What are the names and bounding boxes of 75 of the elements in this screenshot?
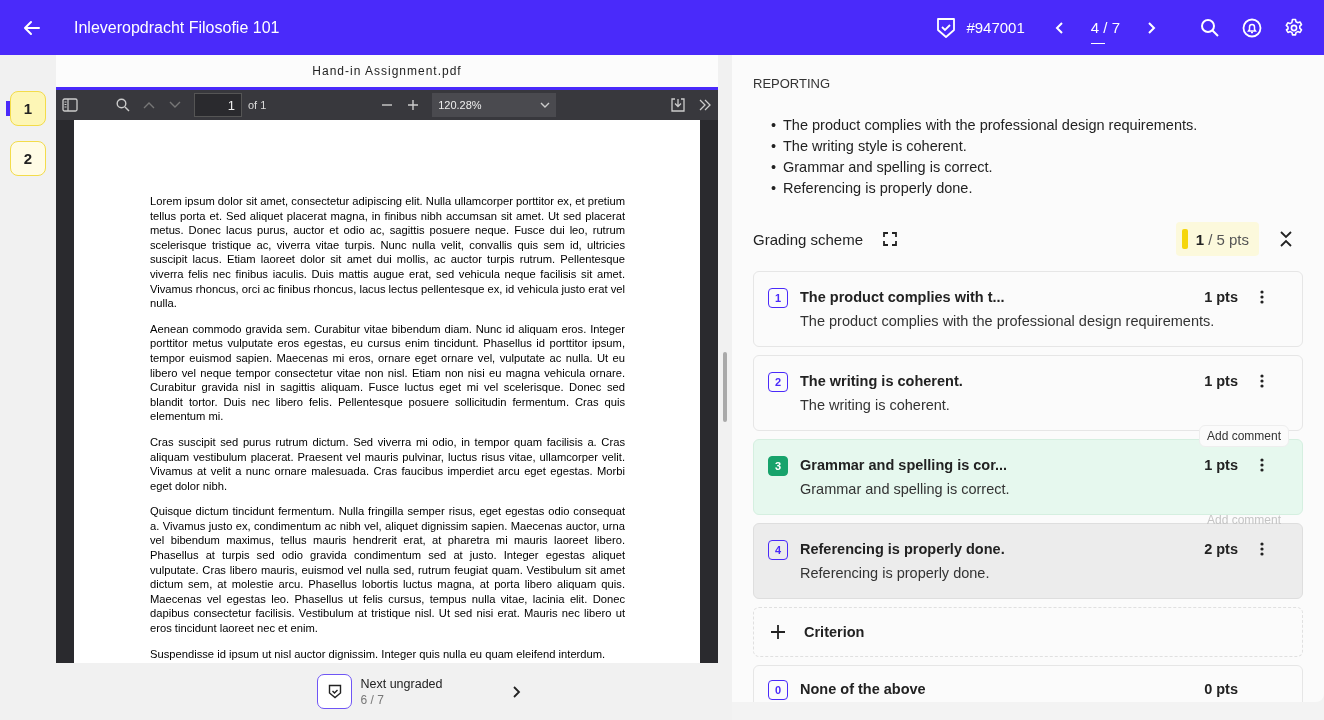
- criterion-description: Referencing is properly done.: [800, 565, 991, 582]
- document-paragraph: Lorem ipsum dolor sit amet, consectetur adipiscing elit. Nulla ullamcorper porttitor ex, et pretium tellus porta et. Sed aliquet placerat magna, in finibus nibh accumsan sit amet. Ut sed placerat metus. Donec lacus purus, auctor et odio ac, sagittis posuere neque. Fusce dui leo, rutrum scelerisque tristique ac, viverra vitae turpis. Nunc nulla velit, convallis quis sem id, ultricies suscipit lacus. Etiam laoreet dolor sit amet dui mollis, ac auctor turpis rutrum. Pellentesque viverra felis nec finibus iaculis. Duis mattis augue erat, sed vehicula neque facilisis sit amet. Vivamus rhoncus, orci ac finibus rhoncus, lacus lectus pellentesque ex, id vehicula justo erat vel nulla.: [150, 194, 625, 311]
- sidebar-toggle-icon[interactable]: [62, 98, 78, 112]
- criterion-number: 0: [768, 680, 788, 700]
- chevron-up-icon[interactable]: [142, 100, 156, 110]
- page-count: of 1: [248, 99, 267, 111]
- criterion-card[interactable]: 0 None of the above 0 pts: [753, 665, 1303, 702]
- bullet-mark: •: [771, 179, 778, 198]
- submission-id: #947001: [966, 19, 1025, 36]
- more-icon[interactable]: [1260, 542, 1264, 556]
- more-icon[interactable]: [1260, 290, 1264, 304]
- shield-check-icon: [328, 684, 342, 699]
- scrollbar-handle[interactable]: [723, 352, 727, 422]
- chevron-right-icon[interactable]: [510, 684, 521, 699]
- criterion-points: 1 pts: [1204, 456, 1238, 474]
- criterion-card[interactable]: 1 The product complies with t... 1 pts The product complies with the professional design requirements.: [753, 271, 1303, 347]
- grading-scheme-title: Grading scheme: [753, 230, 864, 248]
- document-paragraph: Quisque dictum tincidunt fermentum. Nulla fringilla semper risus, eget egestas odio consequat a. Vivamus justo ex, condimentum ac nibh vel, aliquet dignissim sapien. Maecenas auctor, urna vel bibendum maximus, tellus mauris hendrerit erat, at pharetra mi mauris laoreet libero. Phasellus at turpis sed odio gravida condimentum sed at justo. Integer egestas aliquet vulputate. Cras libero mauris, euismod vel nulla sed, rutrum feugiat quam. Vestibulum sit amet dictum sem, at molestie arcu. Phasellus lobortis luctus magna, at porta libero aliquam quis. Maecenas vel egestas leo. Phasellus ut felis cursus, tempus nulla vitae, lacinia elit. Donec dapibus consectetur facilisis. Vestibulum at tristique nisl. Ut sed nisi erat. Mauris nec libero ut eros tincidunt laoreet nec et enim.: [150, 504, 625, 636]
- bullet-mark: •: [771, 158, 778, 177]
- criterion-description: The writing is coherent.: [800, 397, 951, 414]
- chevron-down-icon[interactable]: [168, 100, 182, 110]
- bullet-mark: •: [771, 116, 778, 135]
- add-criterion-button[interactable]: Criterion: [753, 607, 1303, 657]
- criterion-description: Grammar and spelling is correct.: [800, 481, 1011, 498]
- settings-icon[interactable]: [1284, 17, 1304, 38]
- submission-position: 4 / 7: [1090, 19, 1120, 44]
- shield-check-icon: [936, 16, 957, 39]
- criterion-title: The writing is coherent.: [800, 372, 964, 390]
- criterion-title: Referencing is properly done.: [800, 540, 1006, 558]
- requirement-item: Referencing is properly done.: [783, 179, 973, 198]
- criterion-number: 2: [768, 372, 788, 392]
- page-title: Inleveropdracht Filosofie 101: [74, 18, 280, 37]
- criterion-points: 1 pts: [1204, 372, 1238, 390]
- plus-icon: [770, 624, 786, 640]
- criterion-points: 1 pts: [1204, 288, 1238, 306]
- score-badge: 1 / 5 pts: [1175, 222, 1259, 256]
- document-paragraph: Aenean commodo gravida sem. Curabitur vitae bibendum diam. Nunc id aliquam eros. Integer porttitor metus vulputate eros egestas, eu cursus enim tincidunt. Phasellus id porttitor ipsum, tempor euismod sapien. Maecenas mi eros, ornare eget ornare vel, vulputate ac nulla. Ut eu libero vel neque tempor consectetur vitae non nisl. Etiam non nisi eu magna vehicula ornare. Curabitur gravida nisl in sagittis aliquam. Fusce luctus eget mi vel scelerisque. Donec sed blandit tortor. Duis nec libero felis. Pellentesque posuere sollicitudin fermentum. Cras quis elementum mi.: [150, 321, 625, 424]
- criterion-description: The product complies with the professional design requirements.: [800, 313, 1216, 330]
- criterion-card[interactable]: 2 The writing is coherent. 1 pts The writing is coherent.: [753, 355, 1303, 431]
- requirement-item: The writing style is coherent.: [783, 137, 967, 156]
- criterion-number: 4: [768, 540, 788, 560]
- more-icon[interactable]: [1260, 374, 1264, 388]
- double-chevron-icon[interactable]: [698, 99, 712, 111]
- criterion-points: 0 pts: [1204, 680, 1238, 698]
- zoom-select[interactable]: 120.28%: [432, 93, 557, 117]
- search-icon[interactable]: [1200, 17, 1220, 38]
- document-paragraph: Cras suscipit sed purus rutrum dictum. Sed viverra mi odio, in tempor quam facilisis a. Cras aliquam vestibulum placerat. Praesent vel mauris pulvinar, luctus risus vitae, ullamcorper velit. Vivamus at velit a nunc ornare malesuada. Cras faucibus imperdiet arcu eget egestas. Morbi eget dolor nibh.: [150, 434, 625, 494]
- criterion-card[interactable]: 3 Grammar and spelling is cor... 1 pts Grammar and spelling is correct.: [753, 439, 1303, 515]
- criterion-points: 2 pts: [1204, 540, 1238, 558]
- caret-icon: [540, 101, 551, 109]
- download-icon[interactable]: [670, 98, 686, 112]
- file-name: Hand-in Assignment.pdf: [312, 64, 462, 78]
- page-tab[interactable]: 2: [10, 141, 46, 176]
- search-icon[interactable]: [116, 98, 130, 112]
- section-heading: REPORTING: [753, 76, 832, 91]
- bell-icon[interactable]: [1242, 17, 1262, 38]
- bullet-mark: •: [771, 137, 778, 156]
- requirement-item: Grammar and spelling is correct.: [783, 158, 993, 177]
- criterion-title: None of the above: [800, 680, 927, 698]
- add-comment-tooltip: Add comment: [1198, 425, 1289, 447]
- criterion-number: 3: [768, 456, 788, 476]
- more-icon[interactable]: [1260, 458, 1264, 472]
- criterion-title: Grammar and spelling is cor...: [800, 456, 1009, 474]
- criterion-title: The product complies with t...: [800, 288, 1006, 306]
- collapse-icon[interactable]: [1279, 230, 1293, 248]
- criterion-card[interactable]: 4 Referencing is properly done. 2 pts Referencing is properly done.: [753, 523, 1303, 599]
- next-ungraded-label: Next ungraded: [360, 676, 443, 691]
- requirement-item: The product complies with the professional design requirements.: [783, 116, 1198, 135]
- document-paragraph: Suspendisse id ipsum ut nisl auctor dignissim. Integer quis nulla eu quam eleifend interdum.: [150, 646, 607, 662]
- page-number-field[interactable]: 1: [194, 93, 242, 117]
- ungraded-count: 6 / 7: [360, 692, 384, 707]
- criterion-number: 1: [768, 288, 788, 308]
- next-ungraded-button[interactable]: Next ungraded 6 / 7: [317, 674, 443, 709]
- fullscreen-icon[interactable]: [883, 232, 898, 246]
- zoom-in-icon[interactable]: [406, 98, 421, 112]
